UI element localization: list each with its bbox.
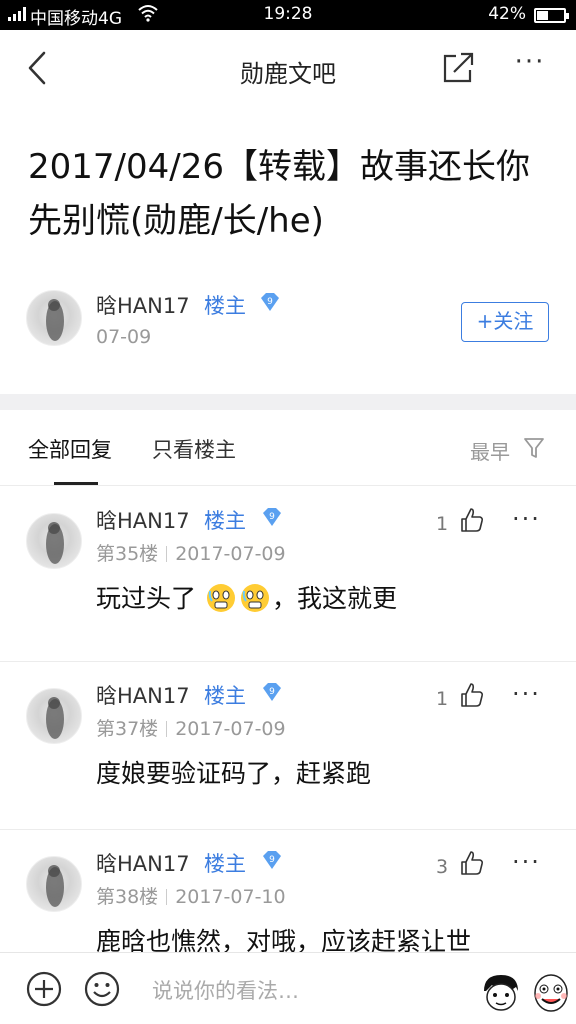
like-count: 1 <box>436 688 449 710</box>
reply-text-tail: ，我这就更 <box>271 584 397 613</box>
avatar-figure-icon <box>46 865 64 907</box>
forum-title: 勋鹿文吧 <box>240 60 336 88</box>
reply-item: 晗HAN17 楼主 9 第38楼 2017-07-10 3 ··· 鹿晗也憔然，对… <box>0 830 576 960</box>
reply-tabs: 全部回复 只看楼主 最早 <box>0 410 576 486</box>
reply-author[interactable]: 晗HAN17 <box>96 680 190 710</box>
avatar[interactable] <box>26 688 82 744</box>
reply-author[interactable]: 晗HAN17 <box>96 505 190 535</box>
reply-date: 2017-07-10 <box>175 886 286 908</box>
reply-date: 2017-07-09 <box>175 543 286 565</box>
battery-percent: 42% <box>488 4 526 24</box>
back-button[interactable] <box>24 50 54 86</box>
floor-info: 第35楼 2017-07-09 <box>96 539 286 566</box>
post-author-row: 晗HAN17 楼主 9 07-09 +关注 <box>26 288 556 352</box>
reply-date: 2017-07-09 <box>175 718 286 740</box>
reply-more-button[interactable]: ··· <box>512 680 541 708</box>
comment-input[interactable]: 说说你的看法… <box>152 975 299 1005</box>
reply-more-button[interactable]: ··· <box>512 505 541 533</box>
avatar[interactable] <box>26 856 82 912</box>
reply-item: 晗HAN17 楼主 9 第37楼 2017-07-09 1 ··· 度娘要验证码了… <box>0 662 576 830</box>
owner-badge: 楼主 <box>204 852 246 876</box>
smiley-icon <box>84 971 120 1007</box>
scared-emoji-icon <box>240 584 269 612</box>
bottom-comment-bar: 说说你的看法… <box>0 952 576 1024</box>
reply-author[interactable]: 晗HAN17 <box>96 848 190 878</box>
svg-text:9: 9 <box>267 297 273 307</box>
avatar-figure-icon <box>46 522 64 564</box>
reply-item: 晗HAN17 楼主 9 第35楼 2017-07-09 1 ··· 玩过头了 ，我… <box>0 487 576 662</box>
plus-circle-icon <box>26 971 62 1007</box>
level-badge-icon: 9 <box>260 680 284 704</box>
follow-button[interactable]: +关注 <box>461 302 549 342</box>
avatar-figure-icon <box>46 697 64 739</box>
section-divider <box>0 394 576 410</box>
reply-content: 度娘要验证码了，赶紧跑 <box>96 759 372 788</box>
level-badge-icon: 9 <box>258 290 282 314</box>
post-date: 07-09 <box>96 326 152 348</box>
svg-text:9: 9 <box>269 855 275 865</box>
floor-number: 第37楼 <box>96 718 159 740</box>
tab-owner-only[interactable]: 只看楼主 <box>152 434 236 464</box>
avatar[interactable] <box>26 290 82 346</box>
svg-text:9: 9 <box>269 512 275 522</box>
nav-bar: 勋鹿文吧 ··· <box>0 30 576 108</box>
avatar-figure-icon <box>46 299 64 341</box>
like-count: 1 <box>436 513 449 535</box>
reply-text: 玩过头了 <box>96 584 197 613</box>
active-tab-indicator <box>54 482 98 485</box>
post-title: 2017/04/26【转载】故事还长你先别慌(勋鹿/长/he) <box>28 147 530 241</box>
owner-badge: 楼主 <box>204 684 246 708</box>
author-name[interactable]: 晗HAN17 <box>96 290 190 320</box>
share-icon <box>443 52 474 83</box>
reply-more-button[interactable]: ··· <box>512 848 541 876</box>
add-attachment-button[interactable] <box>26 971 62 1007</box>
share-button[interactable] <box>440 50 476 86</box>
status-bar: 中国移动4G 19:28 42% <box>0 0 576 30</box>
battery-icon <box>534 8 569 23</box>
reply-content: 玩过头了 ，我这就更 <box>96 579 397 615</box>
floor-info: 第38楼 2017-07-10 <box>96 882 286 909</box>
floor-number: 第35楼 <box>96 543 159 565</box>
level-badge-icon: 9 <box>260 848 284 872</box>
like-thumb-icon[interactable] <box>456 680 486 710</box>
scared-emoji-icon <box>206 584 235 612</box>
owner-badge: 楼主 <box>204 509 246 533</box>
emoji-button[interactable] <box>84 971 120 1007</box>
filter-icon[interactable] <box>522 436 546 460</box>
sticker-face-icon[interactable] <box>480 971 522 1013</box>
tab-all-replies[interactable]: 全部回复 <box>28 434 112 464</box>
more-options-button[interactable]: ··· <box>510 49 550 82</box>
svg-text:9: 9 <box>269 687 275 697</box>
avatar[interactable] <box>26 513 82 569</box>
like-thumb-icon[interactable] <box>456 505 486 535</box>
owner-badge: 楼主 <box>204 294 246 318</box>
like-count: 3 <box>436 856 449 878</box>
like-thumb-icon[interactable] <box>456 848 486 878</box>
level-badge-icon: 9 <box>260 505 284 529</box>
sticker-rage-face-icon[interactable] <box>530 971 572 1013</box>
floor-number: 第38楼 <box>96 886 159 908</box>
sort-order-button[interactable]: 最早 <box>470 436 510 465</box>
chevron-left-icon <box>28 51 46 85</box>
floor-info: 第37楼 2017-07-09 <box>96 714 286 741</box>
